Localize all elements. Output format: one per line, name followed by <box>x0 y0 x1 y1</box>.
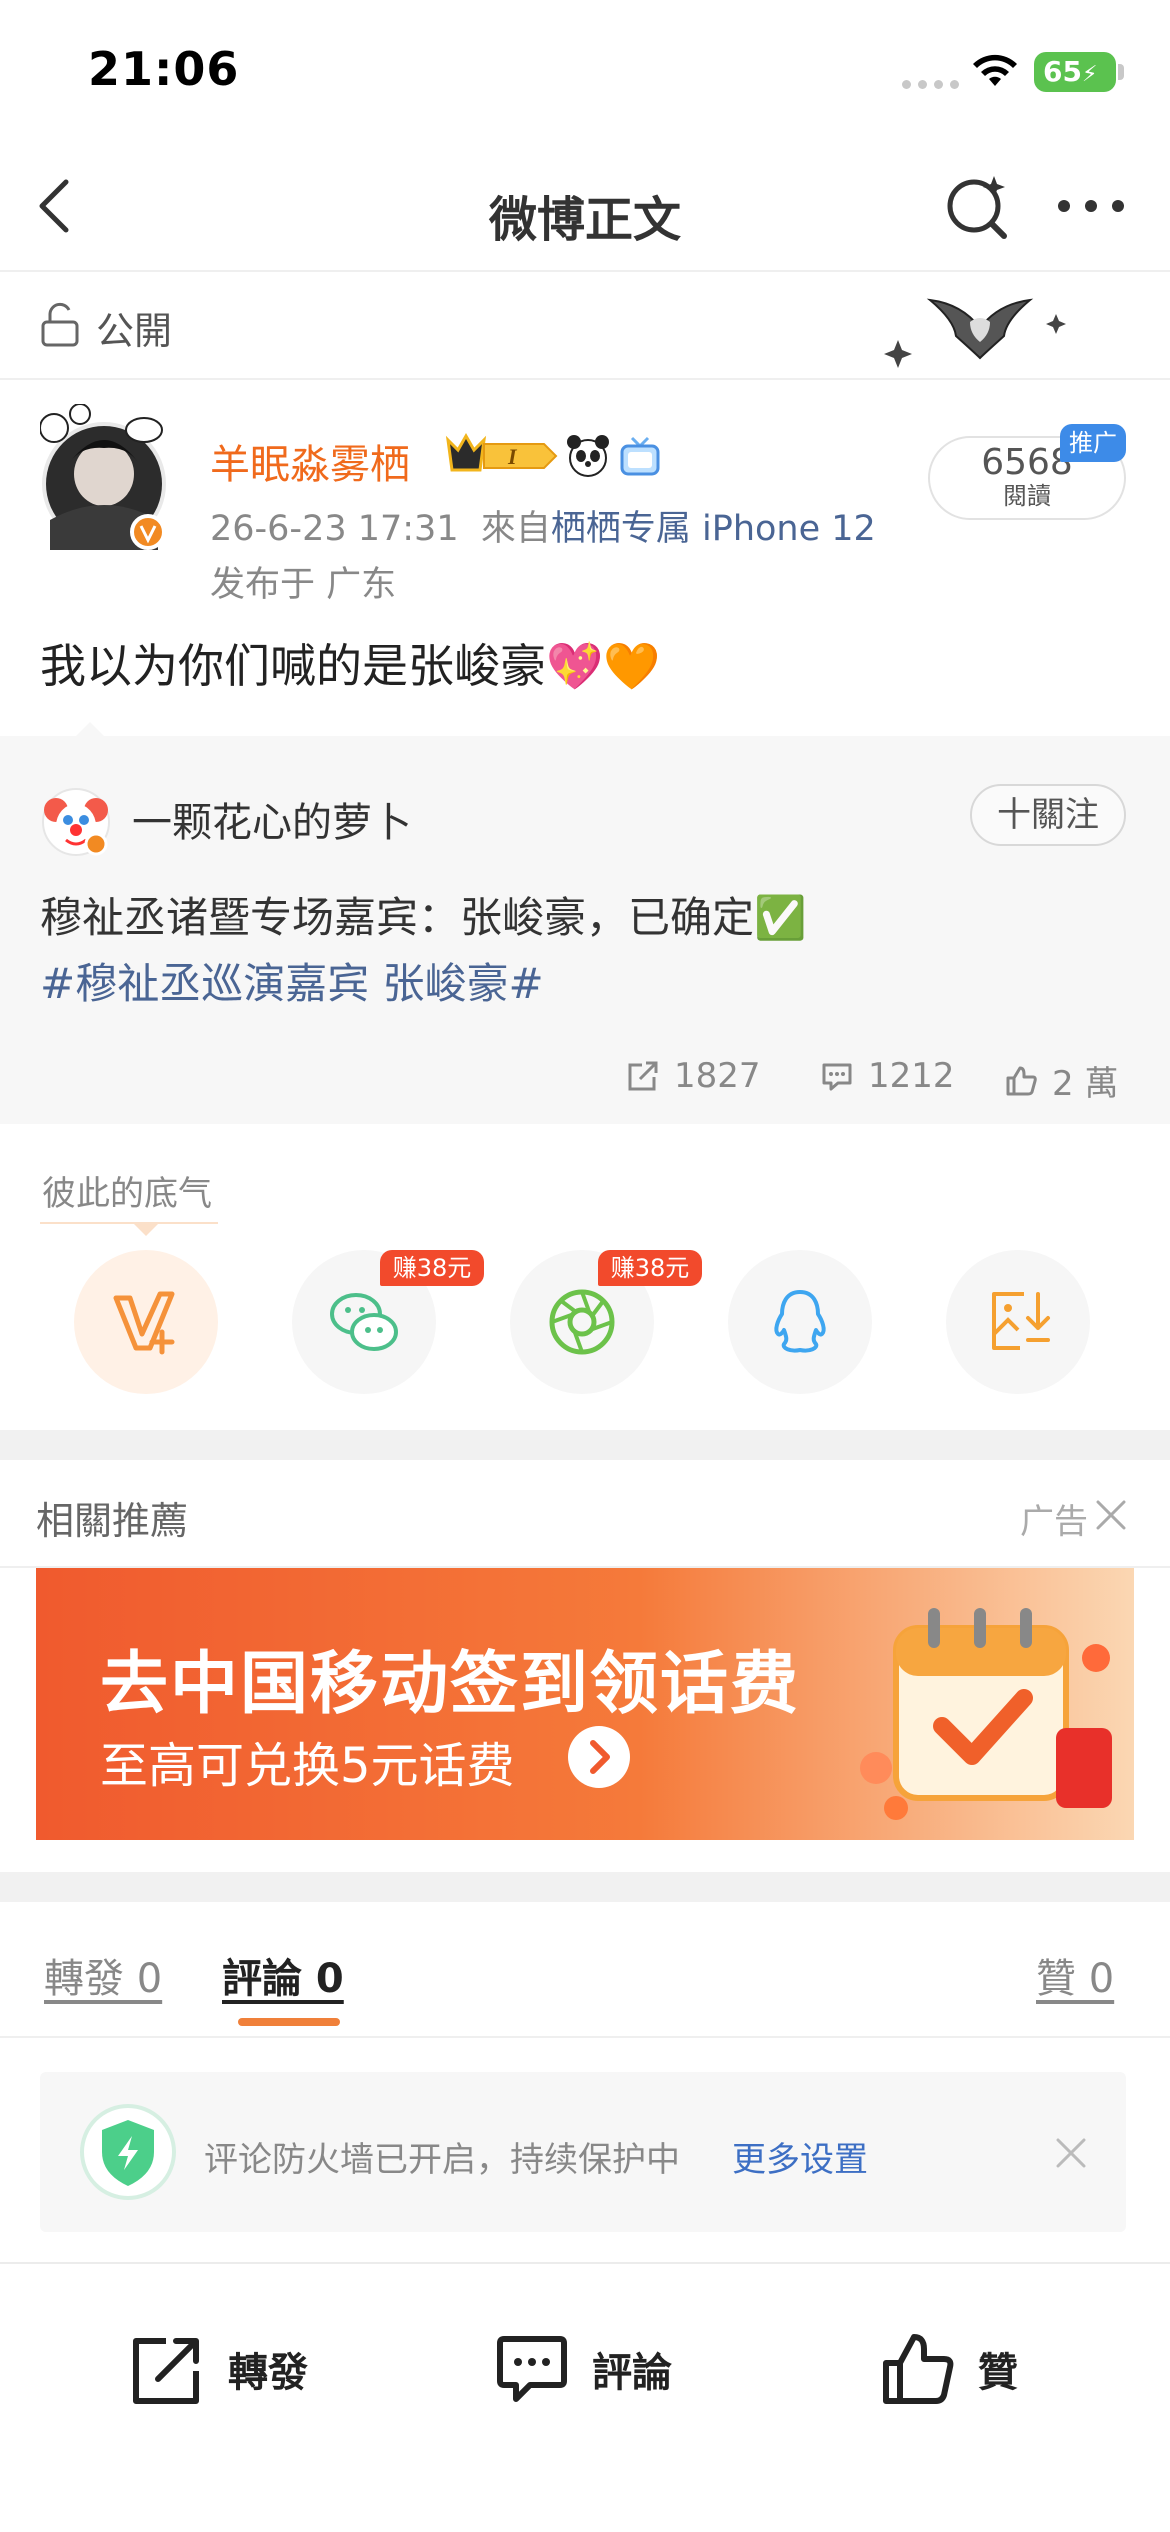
source-prefix: 來自 <box>480 509 551 549</box>
battery-level: 65 <box>1043 55 1082 88</box>
share-section-label: 彼此的底气 <box>42 1174 212 1214</box>
moments-icon <box>549 1289 615 1355</box>
post-location: 发布于 广东 <box>210 565 397 605</box>
post-username[interactable]: 羊眠淼雾栖 <box>210 432 410 490</box>
like-label: 贊 <box>978 2350 1018 2396</box>
repost-stat-likes[interactable]: 2 萬 <box>1004 1056 1118 1105</box>
share-vplus-button[interactable] <box>74 1250 218 1394</box>
status-time: 21:06 <box>88 42 240 96</box>
repost-text: 穆祉丞诸暨专场嘉宾：张峻豪，已确定✅ <box>40 893 807 942</box>
banner-subtitle: 至高可兑换5元话费 <box>100 1738 515 1794</box>
promo-badge[interactable]: 推广 <box>1060 424 1126 462</box>
share-arrow-icon <box>628 1061 658 1091</box>
post-meta: 26-6-23 17:31 來自栖栖专属 iPhone 12 <box>210 500 876 551</box>
post-timestamp: 26-6-23 17:31 <box>210 509 459 549</box>
battery-indicator: 65⚡ <box>1034 52 1116 92</box>
battery-cap <box>1118 64 1124 80</box>
vplus-icon <box>113 1291 175 1355</box>
wifi-icon <box>973 54 1017 86</box>
save-image-button[interactable] <box>946 1250 1090 1394</box>
comment-icon <box>822 1063 852 1091</box>
chevron-right-icon <box>590 1740 610 1774</box>
bottom-action-bar: 轉發 評論 贊 <box>0 2262 1170 2532</box>
repost-icon <box>133 2338 199 2404</box>
comment-button[interactable]: 評論 <box>494 2324 672 2414</box>
avatar[interactable] <box>40 404 168 550</box>
comment-firewall-notice: 评论防火墙已开启，持续保护中 更多设置 <box>40 2072 1126 2232</box>
repost-button[interactable]: 轉發 <box>130 2324 308 2414</box>
section-divider-2 <box>0 1872 1170 1902</box>
tabs-divider <box>0 2036 1170 2038</box>
unlock-icon <box>41 302 79 347</box>
reads-label: 閱讀 <box>1003 482 1051 510</box>
comment-count: 1212 <box>868 1056 955 1096</box>
repost-hashtag[interactable]: #穆祉丞巡演嘉宾 张峻豪# <box>40 950 544 1011</box>
comment-bubble-icon <box>497 2336 567 2402</box>
panda-icon <box>567 435 609 477</box>
visibility-row[interactable]: 公開 <box>0 272 1170 380</box>
repost-stat-reposts[interactable]: 1827 <box>626 1056 761 1096</box>
active-tab-indicator <box>238 2018 340 2026</box>
thumbs-up-icon <box>1006 1066 1037 1095</box>
repost-label: 轉發 <box>228 2350 308 2396</box>
search-spark-icon[interactable] <box>944 174 1012 240</box>
firewall-settings-link[interactable]: 更多设置 <box>732 2132 868 2181</box>
earn-badge-wechat: 赚38元 <box>380 1250 484 1286</box>
share-qq-button[interactable] <box>728 1250 872 1394</box>
save-image-icon <box>992 1292 1050 1350</box>
cellular-signal-icon <box>902 80 959 89</box>
related-title: 相關推薦 <box>36 1499 189 1543</box>
svg-text:I: I <box>507 444 518 469</box>
tab-comments[interactable]: 評論 0 <box>222 1946 344 2004</box>
status-bar: 21:06 65⚡ <box>0 0 1170 140</box>
repost-avatar[interactable] <box>40 786 112 858</box>
earn-badge-moments: 赚38元 <box>598 1250 702 1286</box>
share-label-underline <box>40 1222 218 1224</box>
nav-bar: 微博正文 <box>0 140 1170 272</box>
more-icon[interactable] <box>1056 198 1126 214</box>
like-count: 2 萬 <box>1052 1064 1119 1104</box>
wechat-icon <box>330 1293 398 1351</box>
firewall-text: 评论防火墙已开启，持续保护中 <box>204 2140 680 2180</box>
ad-label: 广告 <box>1020 1502 1088 1542</box>
tv-icon <box>620 436 660 476</box>
qq-icon <box>774 1290 826 1353</box>
post-source[interactable]: 栖栖专属 iPhone 12 <box>551 509 876 549</box>
like-button[interactable]: 贊 <box>880 2324 1018 2414</box>
shield-icon <box>80 2104 176 2200</box>
vip-crown-badge-icon: I <box>445 432 558 472</box>
comment-label: 評論 <box>592 2350 672 2396</box>
section-divider <box>0 1430 1170 1460</box>
share-label-pointer <box>132 1222 160 1236</box>
post-content: 我以为你们喊的是张峻豪💖🧡 <box>40 639 661 693</box>
visibility-label: 公開 <box>96 309 173 353</box>
tab-likes[interactable]: 贊 0 <box>1036 1946 1114 2004</box>
banner-title: 去中国移动签到领话费 <box>100 1645 801 1724</box>
close-icon[interactable] <box>1054 2136 1088 2170</box>
ad-banner[interactable]: 去中国移动签到领话费 至高可兑换5元话费 <box>36 1568 1134 1840</box>
banner-arrow-button[interactable] <box>568 1726 630 1788</box>
tab-reposts[interactable]: 轉發 0 <box>44 1946 162 2004</box>
repost-stat-comments[interactable]: 1212 <box>820 1056 955 1096</box>
close-ad-icon[interactable] <box>1094 1498 1128 1532</box>
repost-count: 1827 <box>674 1056 761 1096</box>
calendar-check-illustration <box>860 1608 1112 1820</box>
thumbs-up-large-icon <box>883 2334 954 2404</box>
screen: 21:06 65⚡ 微博正文 公開 羊眠淼雾栖 I 26-6-23 17:31 … <box>0 0 1170 2532</box>
follow-button[interactable]: 十關注 <box>970 784 1126 846</box>
decorative-heart-badge-icon <box>884 298 1066 368</box>
repost-username[interactable]: 一颗花心的萝卜 <box>132 790 412 848</box>
